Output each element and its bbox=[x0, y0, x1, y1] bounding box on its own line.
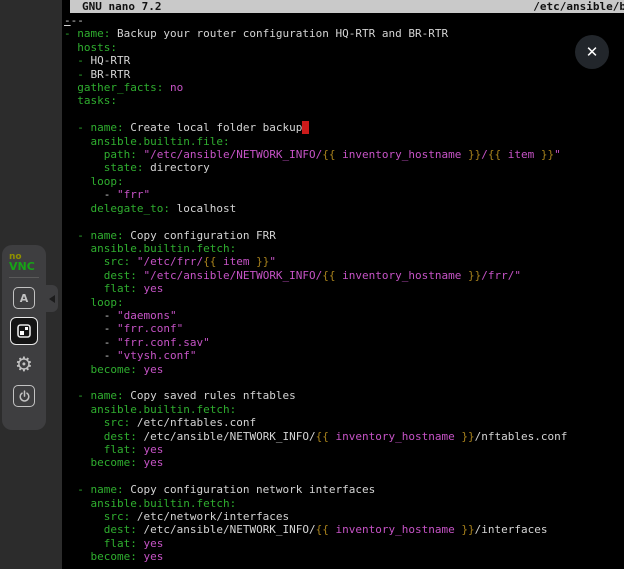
editor-line[interactable] bbox=[64, 215, 624, 228]
editor-line[interactable] bbox=[64, 470, 624, 483]
editor-line[interactable]: dest: /etc/ansible/NETWORK_INFO/{{ inven… bbox=[64, 430, 624, 443]
editor-line[interactable]: - "frr" bbox=[64, 188, 624, 201]
editor-line[interactable]: src: /etc/nftables.conf bbox=[64, 416, 624, 429]
editor-line[interactable]: - name: Backup your router configuration… bbox=[64, 27, 624, 40]
close-icon: ✕ bbox=[586, 43, 599, 61]
control-bar-handle[interactable] bbox=[46, 285, 58, 312]
editor-line[interactable]: ansible.builtin.fetch: bbox=[64, 242, 624, 255]
nano-titlebar: GNU nano 7.2 /etc/ansible/b bbox=[70, 0, 624, 13]
editor-line[interactable]: - name: Copy configuration FRR bbox=[64, 229, 624, 242]
editor-line[interactable]: state: directory bbox=[64, 161, 624, 174]
nano-version: GNU nano 7.2 bbox=[70, 0, 161, 13]
editor-line[interactable]: - "frr.conf.sav" bbox=[64, 336, 624, 349]
editor-line[interactable]: loop: bbox=[64, 175, 624, 188]
editor-area[interactable]: ---- name: Backup your router configurat… bbox=[64, 14, 624, 569]
editor-line[interactable]: dest: /etc/ansible/NETWORK_INFO/{{ inven… bbox=[64, 523, 624, 536]
editor-line[interactable]: - HQ-RTR bbox=[64, 54, 624, 67]
editor-line[interactable]: flat: yes bbox=[64, 443, 624, 456]
editor-line[interactable]: src: "/etc/frr/{{ item }}" bbox=[64, 255, 624, 268]
editor-line[interactable]: flat: yes bbox=[64, 537, 624, 550]
editor-line[interactable]: ansible.builtin.file: bbox=[64, 135, 624, 148]
terminal-window[interactable]: GNU nano 7.2 /etc/ansible/b ---- name: B… bbox=[62, 0, 624, 569]
novnc-logo: no VNC bbox=[9, 253, 39, 271]
editor-line[interactable]: - name: Copy configuration network inter… bbox=[64, 483, 624, 496]
keyboard-icon: A bbox=[13, 287, 35, 309]
gear-icon: ⚙ bbox=[15, 354, 33, 374]
power-icon bbox=[13, 385, 35, 407]
fullscreen-button[interactable] bbox=[10, 317, 38, 345]
vnc-control-bar: no VNC A ⚙ bbox=[2, 245, 46, 430]
editor-line[interactable]: loop: bbox=[64, 296, 624, 309]
editor-line[interactable]: hosts: bbox=[64, 41, 624, 54]
editor-line[interactable]: flat: yes bbox=[64, 282, 624, 295]
editor-line[interactable]: become: yes bbox=[64, 363, 624, 376]
editor-lines: ---- name: Backup your router configurat… bbox=[64, 14, 624, 564]
editor-line[interactable]: - name: Copy saved rules nftables bbox=[64, 389, 624, 402]
divider bbox=[9, 277, 39, 278]
editor-line[interactable]: - "frr.conf" bbox=[64, 322, 624, 335]
editor-line[interactable]: delegate_to: localhost bbox=[64, 202, 624, 215]
settings-button[interactable]: ⚙ bbox=[11, 351, 37, 377]
editor-line[interactable]: become: yes bbox=[64, 550, 624, 563]
editor-line[interactable]: - name: Create local folder backup bbox=[64, 121, 624, 134]
editor-line[interactable]: ansible.builtin.fetch: bbox=[64, 403, 624, 416]
chevron-left-icon bbox=[49, 295, 55, 303]
close-button[interactable]: ✕ bbox=[575, 35, 609, 69]
power-button[interactable] bbox=[11, 383, 37, 409]
fullscreen-icon bbox=[17, 324, 31, 338]
editor-line[interactable]: --- bbox=[64, 14, 624, 27]
nano-filename: /etc/ansible/b bbox=[533, 0, 624, 13]
keyboard-button[interactable]: A bbox=[11, 285, 37, 311]
editor-line[interactable]: - "vtysh.conf" bbox=[64, 349, 624, 362]
editor-line[interactable]: path: "/etc/ansible/NETWORK_INFO/{{ inve… bbox=[64, 148, 624, 161]
editor-line[interactable]: src: /etc/network/interfaces bbox=[64, 510, 624, 523]
editor-line[interactable]: - "daemons" bbox=[64, 309, 624, 322]
editor-line[interactable] bbox=[64, 108, 624, 121]
editor-line[interactable]: dest: "/etc/ansible/NETWORK_INFO/{{ inve… bbox=[64, 269, 624, 282]
editor-line[interactable]: - BR-RTR bbox=[64, 68, 624, 81]
editor-line[interactable]: ansible.builtin.fetch: bbox=[64, 497, 624, 510]
novnc-logo-vnc: VNC bbox=[9, 262, 39, 271]
editor-line[interactable]: tasks: bbox=[64, 94, 624, 107]
editor-line[interactable] bbox=[64, 376, 624, 389]
editor-line[interactable]: gather_facts: no bbox=[64, 81, 624, 94]
editor-line[interactable]: become: yes bbox=[64, 456, 624, 469]
